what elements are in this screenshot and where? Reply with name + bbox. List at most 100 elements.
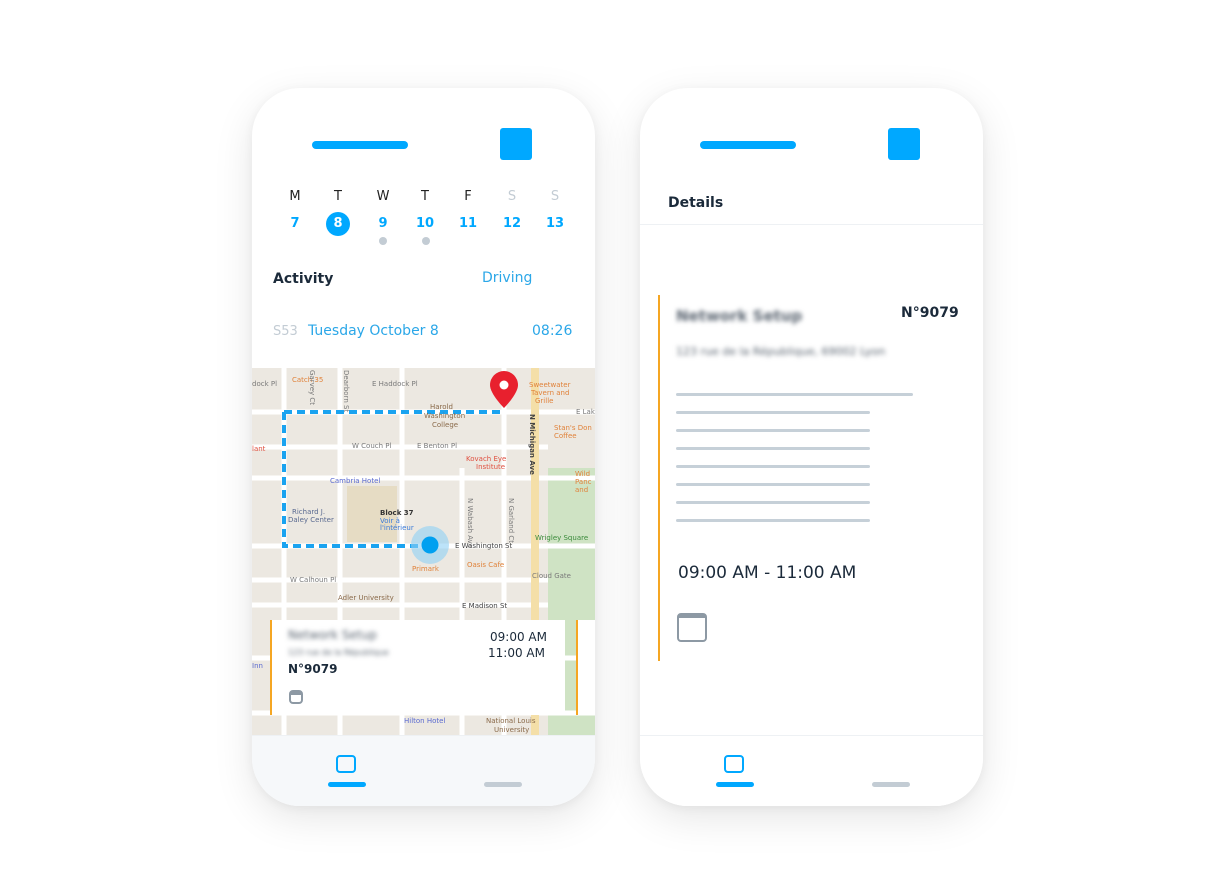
map-label: Richard J. bbox=[292, 508, 325, 516]
map-label: Hilton Hotel bbox=[404, 717, 445, 725]
active-tab-indicator bbox=[716, 782, 754, 787]
weekday-label: S bbox=[550, 189, 560, 204]
event-dot bbox=[379, 237, 387, 245]
calendar-icon[interactable] bbox=[677, 613, 707, 642]
activity-label: Activity bbox=[273, 271, 334, 287]
date-7[interactable]: 7 bbox=[280, 212, 310, 236]
text-line bbox=[676, 519, 870, 522]
map-label: Block 37 bbox=[380, 509, 414, 517]
date-12[interactable]: 12 bbox=[497, 212, 527, 236]
map-label: Cambria Hotel bbox=[330, 477, 380, 485]
entry-code: S53 bbox=[273, 324, 298, 339]
time-range: 09:00 AM - 11:00 AM bbox=[678, 563, 857, 583]
job-title: Network Setup bbox=[288, 628, 377, 642]
home-tab-icon[interactable] bbox=[336, 755, 356, 773]
event-dot bbox=[422, 237, 430, 245]
map-label: Institute bbox=[476, 463, 505, 471]
map-label: Grille bbox=[535, 397, 553, 405]
weekday-label: M bbox=[289, 189, 301, 204]
menu-button[interactable] bbox=[888, 128, 920, 160]
current-location-icon bbox=[411, 526, 449, 564]
map-label: E Benton Pl bbox=[417, 442, 457, 450]
map-label: Kovach Eye bbox=[466, 455, 506, 463]
map-label: Daley Center bbox=[288, 516, 334, 524]
date-13[interactable]: 13 bbox=[540, 212, 570, 236]
weekday-label: F bbox=[464, 189, 472, 204]
active-tab-indicator bbox=[328, 782, 366, 787]
map-label: Cloud Gate bbox=[532, 572, 571, 580]
map-label: Stan's Don bbox=[554, 424, 592, 432]
header-bar bbox=[700, 141, 796, 149]
map-label: dock Pl bbox=[252, 380, 277, 388]
job-address: 123 rue de la République, 69002 Lyon bbox=[676, 345, 886, 358]
map-label: Harold bbox=[430, 403, 453, 411]
job-number: N°9079 bbox=[901, 305, 959, 321]
map-label: Panc bbox=[575, 478, 592, 486]
driving-tab[interactable]: Driving bbox=[482, 270, 532, 286]
details-header: Details bbox=[668, 195, 724, 211]
map-label: Catch 35 bbox=[292, 376, 323, 384]
map-label: Tavern and bbox=[530, 389, 569, 397]
weekday-label: T bbox=[421, 189, 429, 204]
text-line bbox=[676, 465, 870, 468]
date-11[interactable]: 11 bbox=[453, 212, 483, 236]
map-label: lant bbox=[252, 445, 266, 453]
map-label: Washington bbox=[424, 412, 465, 420]
text-line bbox=[676, 447, 870, 450]
date-8-selected[interactable]: 8 bbox=[326, 212, 350, 236]
map-label: W Couch Pl bbox=[352, 442, 391, 450]
tab-2[interactable] bbox=[484, 782, 522, 787]
map-label: Adler University bbox=[338, 594, 394, 602]
bottom-nav bbox=[640, 735, 983, 806]
map-label: Inn bbox=[252, 662, 263, 670]
map-label: N Michigan Ave bbox=[528, 414, 536, 475]
map-label: W Calhoun Pl bbox=[290, 576, 336, 584]
job-number: N°9079 bbox=[288, 662, 338, 676]
text-line bbox=[676, 501, 870, 504]
entry-time: 08:26 bbox=[532, 323, 573, 339]
text-line bbox=[676, 429, 870, 432]
map-label: Coffee bbox=[554, 432, 577, 440]
map-label: Wild bbox=[575, 470, 590, 478]
next-job-card[interactable] bbox=[576, 620, 595, 715]
map-label: E Lake bbox=[576, 408, 595, 416]
bottom-nav bbox=[252, 735, 595, 806]
map-label: N Garland Ct bbox=[507, 498, 515, 543]
job-details-card: Network Setup N°9079 123 rue de la Répub… bbox=[658, 295, 968, 661]
job-start-time: 09:00 AM bbox=[490, 630, 547, 644]
job-card[interactable]: Network Setup 123 rue de la République N… bbox=[270, 620, 565, 715]
weekday-label: T bbox=[334, 189, 342, 204]
map-label: Wrigley Square bbox=[535, 534, 588, 542]
map-label: E Madison St bbox=[462, 602, 507, 610]
map-label: Garvey Ct bbox=[308, 370, 316, 405]
weekday-label: S bbox=[507, 189, 517, 204]
header-bar bbox=[312, 141, 408, 149]
job-end-time: 11:00 AM bbox=[488, 646, 545, 660]
divider bbox=[640, 224, 983, 225]
date-9[interactable]: 9 bbox=[368, 212, 398, 236]
phone-activity-screen: M T W T F S S 7 8 9 10 11 12 13 Activity… bbox=[252, 88, 595, 806]
map-label: l'intérieur bbox=[380, 524, 414, 532]
tab-2[interactable] bbox=[872, 782, 910, 787]
menu-button[interactable] bbox=[500, 128, 532, 160]
map-label: E Haddock Pl bbox=[372, 380, 418, 388]
map-label: National Louis bbox=[486, 717, 536, 725]
date-10[interactable]: 10 bbox=[410, 212, 440, 236]
phone-details-screen: Details Network Setup N°9079 123 rue de … bbox=[640, 88, 983, 806]
map-label: N Wabash Ave bbox=[466, 498, 474, 548]
map-label: Oasis Cafe bbox=[467, 561, 504, 569]
map-label: E Washington St bbox=[455, 542, 512, 550]
job-address: 123 rue de la République bbox=[288, 648, 389, 657]
map-label: Primark bbox=[412, 565, 440, 573]
map-label: Dearborn St bbox=[342, 370, 350, 412]
map-label: College bbox=[432, 421, 458, 429]
map-label: and bbox=[575, 486, 588, 494]
text-line bbox=[676, 393, 913, 396]
calendar-icon bbox=[289, 690, 303, 704]
text-line bbox=[676, 411, 870, 414]
job-title: Network Setup bbox=[676, 307, 803, 325]
home-tab-icon[interactable] bbox=[724, 755, 744, 773]
entry-date: Tuesday October 8 bbox=[308, 323, 439, 339]
map-label: University bbox=[494, 726, 529, 734]
text-line bbox=[676, 483, 870, 486]
